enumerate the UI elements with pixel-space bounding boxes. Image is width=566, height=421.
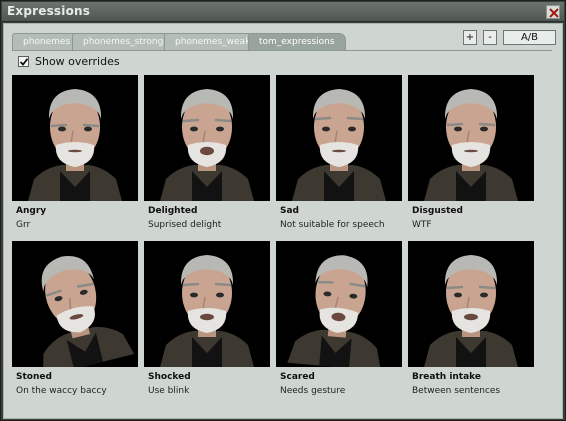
remove-button[interactable]: - <box>483 30 497 45</box>
expression-description: Suprised delight <box>148 220 222 230</box>
show-overrides-label: Show overrides <box>35 54 120 68</box>
expression-portrait <box>276 75 402 201</box>
angry-face-icon <box>12 75 138 201</box>
expression-name: Stoned <box>16 372 52 382</box>
show-overrides-checkbox[interactable] <box>18 55 29 67</box>
expression-portrait <box>12 75 138 201</box>
expression-portrait <box>408 75 534 201</box>
title-bar[interactable]: Expressions <box>2 2 564 22</box>
expression-description: Needs gesture <box>280 386 346 396</box>
expression-description: Use blink <box>148 386 190 396</box>
expression-description: Between sentences <box>412 386 501 396</box>
add-button[interactable]: + <box>463 30 477 45</box>
expression-tile[interactable]: Shocked Use blink <box>144 241 270 401</box>
expressions-window: Expressions phonemes phonemes_strong pho… <box>0 0 566 421</box>
expression-portrait <box>12 241 138 367</box>
expression-grid: Angry Grr Delighted Suprised delight Sad Not … <box>12 75 542 405</box>
expression-name: Sad <box>280 206 299 216</box>
expression-name: Angry <box>16 206 47 216</box>
expression-name: Disgusted <box>412 206 463 216</box>
disgusted-face-icon <box>408 75 534 201</box>
expression-portrait <box>144 241 270 367</box>
window-title: Expressions <box>7 4 91 18</box>
expression-portrait <box>408 241 534 367</box>
breath-intake-face-icon <box>408 241 534 367</box>
expression-name: Breath intake <box>412 372 482 382</box>
expression-tile[interactable]: Stoned On the waccy baccy <box>12 241 138 401</box>
scared-face-icon <box>276 241 402 367</box>
tab-phonemes-strong[interactable]: phonemes_strong <box>72 33 175 51</box>
expression-name: Shocked <box>148 372 191 382</box>
tab-phonemes-weak[interactable]: phonemes_weak <box>164 33 262 51</box>
tab-underline <box>12 50 552 51</box>
expression-tile[interactable]: Delighted Suprised delight <box>144 75 270 235</box>
tab-tom-expressions[interactable]: tom_expressions <box>248 33 346 51</box>
tab-strip: phonemes phonemes_strong phonemes_weak t… <box>12 33 392 51</box>
expressions-panel: phonemes phonemes_strong phonemes_weak t… <box>3 23 563 419</box>
checkmark-icon <box>19 57 29 66</box>
expression-tile[interactable]: Angry Grr <box>12 75 138 235</box>
delighted-face-icon <box>144 75 270 201</box>
expression-name: Delighted <box>148 206 198 216</box>
tab-phonemes[interactable]: phonemes <box>12 33 82 51</box>
expression-tile[interactable]: Disgusted WTF <box>408 75 534 235</box>
expression-tile[interactable]: Breath intake Between sentences <box>408 241 534 401</box>
expression-portrait <box>276 241 402 367</box>
expression-description: Not suitable for speech <box>280 220 385 230</box>
sad-face-icon <box>276 75 402 201</box>
stoned-face-icon <box>12 241 138 367</box>
expression-tile[interactable]: Scared Needs gesture <box>276 241 402 401</box>
ab-compare-button[interactable]: A/B <box>503 30 556 45</box>
close-icon <box>549 8 559 18</box>
shocked-face-icon <box>144 241 270 367</box>
expression-description: Grr <box>16 220 31 230</box>
expression-description: On the waccy baccy <box>16 386 107 396</box>
expression-portrait <box>144 75 270 201</box>
close-button[interactable] <box>546 5 560 19</box>
expression-name: Scared <box>280 372 315 382</box>
show-overrides-toggle[interactable]: Show overrides <box>18 54 120 68</box>
expression-tile[interactable]: Sad Not suitable for speech <box>276 75 402 235</box>
expression-description: WTF <box>412 220 432 230</box>
